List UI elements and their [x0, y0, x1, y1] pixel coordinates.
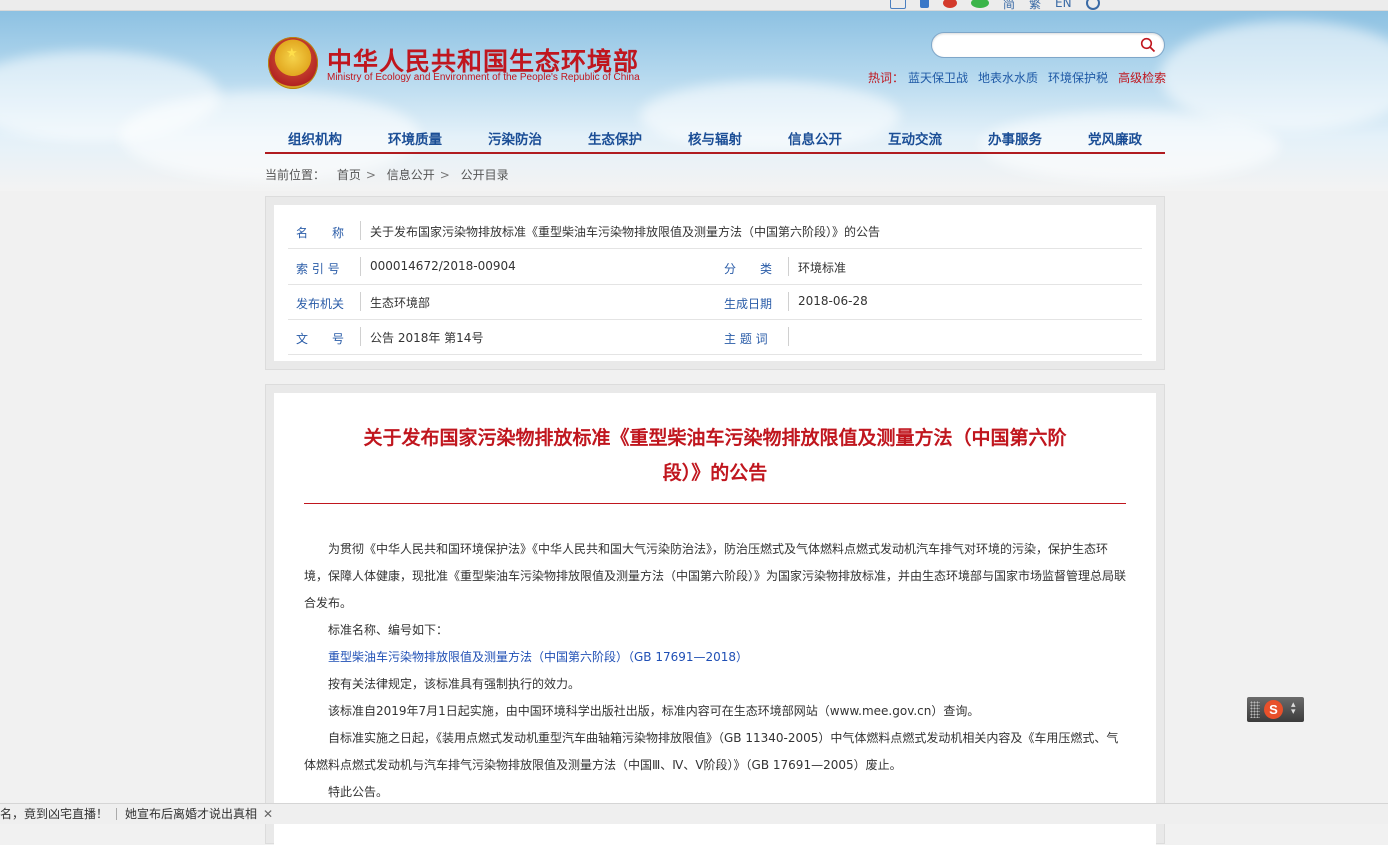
- hot-word-link[interactable]: 蓝天保卫战: [908, 69, 968, 86]
- article-paragraph: 自标准实施之日起，《装用点燃式发动机重型汽车曲轴箱污染物排放限值》（GB 113…: [304, 731, 1119, 772]
- hot-word-link[interactable]: 地表水水质: [978, 69, 1038, 86]
- breadcrumb-prefix: 当前位置：: [265, 168, 326, 182]
- meta-label: 生成日期: [724, 297, 773, 311]
- breadcrumb-catalog[interactable]: 公开目录: [461, 168, 509, 182]
- meta-row-name: 名 称 关于发布国家污染物排放标准《重型柴油车污染物排放限值及测量方法（中国第六…: [288, 213, 1142, 249]
- meta-divider: [360, 292, 361, 311]
- nav-item-organization[interactable]: 组织机构: [265, 128, 365, 152]
- wechat-icon[interactable]: [971, 0, 989, 8]
- ticker-item[interactable]: 名，竟到凶宅直播！: [0, 807, 108, 821]
- meta-divider: [788, 292, 789, 311]
- title-divider: [304, 503, 1126, 504]
- breadcrumb-info-disclosure[interactable]: 信息公开: [387, 168, 435, 182]
- ticker-item[interactable]: 她宣布后离婚才说出真相: [125, 807, 257, 821]
- breadcrumb: 当前位置： 首页 > 信息公开 > 公开目录: [265, 166, 509, 183]
- news-ticker-bar: 名，竟到凶宅直播！ 她宣布后离婚才说出真相 ✕: [0, 803, 1388, 824]
- search-box: [931, 32, 1165, 58]
- top-icon-bar: 简 繁 EN: [890, 0, 1100, 12]
- breadcrumb-separator: >: [439, 168, 450, 182]
- article-panel: 关于发布国家污染物排放标准《重型柴油车污染物排放限值及测量方法（中国第六阶 段）…: [265, 384, 1165, 845]
- meta-divider: [360, 257, 361, 276]
- simplified-chinese-link[interactable]: 简: [1003, 0, 1015, 12]
- nav-item-services[interactable]: 办事服务: [965, 128, 1065, 152]
- hot-word-link[interactable]: 环境保护税: [1048, 69, 1108, 86]
- meta-label: 索 引 号: [296, 262, 340, 276]
- drag-grip-icon[interactable]: [1250, 701, 1260, 718]
- hot-words: 热词： 蓝天保卫战 地表水水质 环境保护税 高级检索: [868, 69, 1166, 86]
- meta-divider: [360, 221, 361, 240]
- article-paragraph: 标准名称、编号如下：: [328, 623, 449, 637]
- meta-label: 文 号: [296, 332, 345, 346]
- mobile-icon[interactable]: [920, 0, 929, 8]
- nav-item-environment-quality[interactable]: 环境质量: [365, 128, 465, 152]
- breadcrumb-separator: >: [365, 168, 376, 182]
- accessibility-icon[interactable]: [1085, 0, 1100, 10]
- meta-value-issuer: 生态环境部: [370, 296, 431, 310]
- sogou-ime-icon[interactable]: S: [1264, 700, 1283, 719]
- nav-item-pollution-control[interactable]: 污染防治: [465, 128, 565, 152]
- metadata-table: 名 称 关于发布国家污染物排放标准《重型柴油车污染物排放限值及测量方法（中国第六…: [274, 205, 1156, 361]
- article-paragraph: 特此公告。: [328, 785, 389, 799]
- standard-document-link[interactable]: 重型柴油车污染物排放限值及测量方法（中国第六阶段）（GB 17691—2018）: [328, 650, 748, 664]
- search-icon[interactable]: [1140, 37, 1156, 53]
- article-paragraph: 该标准自2019年7月1日起实施，由中国环境科学出版社出版，标准内容可在生态环境…: [328, 704, 980, 718]
- meta-row-index: 索 引 号 000014672/2018-00904 分 类 环境标准: [288, 249, 1142, 285]
- meta-value-category: 环境标准: [798, 261, 847, 275]
- search-input[interactable]: [944, 36, 1128, 56]
- article-title-line: 关于发布国家污染物排放标准《重型柴油车污染物排放限值及测量方法（中国第六阶: [363, 427, 1067, 449]
- mail-icon[interactable]: [890, 0, 906, 9]
- article-content: 关于发布国家污染物排放标准《重型柴油车污染物排放限值及测量方法（中国第六阶 段）…: [274, 393, 1156, 845]
- meta-value-title: 关于发布国家污染物排放标准《重型柴油车污染物排放限值及测量方法（中国第六阶段）》…: [370, 225, 881, 239]
- article-body: 为贯彻《中华人民共和国环境保护法》《中华人民共和国大气污染防治法》，防治压燃式及…: [304, 536, 1126, 806]
- top-strip: [0, 0, 1388, 11]
- traditional-chinese-link[interactable]: 繁: [1029, 0, 1041, 12]
- breadcrumb-home[interactable]: 首页: [337, 168, 361, 182]
- advanced-search-link[interactable]: 高级检索: [1118, 69, 1166, 86]
- meta-divider: [788, 327, 789, 346]
- header-banner: [0, 11, 1388, 191]
- meta-row-docno: 文 号 公告 2018年 第14号 主 题 词: [288, 319, 1142, 355]
- nav-item-info-disclosure[interactable]: 信息公开: [765, 128, 865, 152]
- ime-menu-icon[interactable]: ▴ ▾: [1291, 701, 1296, 717]
- meta-divider: [360, 327, 361, 346]
- weibo-icon[interactable]: [943, 0, 957, 8]
- meta-value-docno: 公告 2018年 第14号: [370, 331, 484, 345]
- main-nav: 组织机构 环境质量 污染防治 生态保护 核与辐射 信息公开 互动交流 办事服务 …: [265, 128, 1165, 154]
- nav-item-party-integrity[interactable]: 党风廉政: [1065, 128, 1165, 152]
- meta-row-issuer: 发布机关 生态环境部 生成日期 2018-06-28: [288, 284, 1142, 320]
- meta-label: 主 题 词: [724, 332, 768, 346]
- national-emblem-logo[interactable]: [268, 37, 318, 89]
- article-title: 关于发布国家污染物排放标准《重型柴油车污染物排放限值及测量方法（中国第六阶 段）…: [304, 421, 1126, 491]
- ime-toolbar[interactable]: S ▴ ▾: [1247, 697, 1304, 722]
- article-paragraph: 重型柴油车污染物排放限值及测量方法（中国第六阶段）（GB 17691—2018）: [304, 644, 1126, 671]
- nav-item-ecology-protection[interactable]: 生态保护: [565, 128, 665, 152]
- article-title-line: 段）》的公告: [662, 462, 768, 484]
- english-link[interactable]: EN: [1055, 0, 1072, 10]
- site-subtitle: Ministry of Ecology and Environment of t…: [327, 72, 640, 83]
- ticker-divider: [116, 808, 118, 820]
- meta-label: 发布机关: [296, 297, 345, 311]
- meta-label: 分 类: [724, 262, 773, 276]
- metadata-panel: 名 称 关于发布国家污染物排放标准《重型柴油车污染物排放限值及测量方法（中国第六…: [265, 196, 1165, 370]
- meta-value-date: 2018-06-28: [798, 294, 868, 308]
- hot-words-label: 热词：: [868, 71, 905, 85]
- close-icon[interactable]: ✕: [263, 807, 273, 821]
- article-paragraph: 按有关法律规定，该标准具有强制执行的效力。: [328, 677, 581, 691]
- meta-value-index: 000014672/2018-00904: [370, 259, 516, 273]
- nav-item-interaction[interactable]: 互动交流: [865, 128, 965, 152]
- nav-item-nuclear-radiation[interactable]: 核与辐射: [665, 128, 765, 152]
- meta-label: 名 称: [296, 226, 345, 240]
- meta-divider: [788, 257, 789, 276]
- article-paragraph: 为贯彻《中华人民共和国环境保护法》《中华人民共和国大气污染防治法》，防治压燃式及…: [304, 542, 1127, 610]
